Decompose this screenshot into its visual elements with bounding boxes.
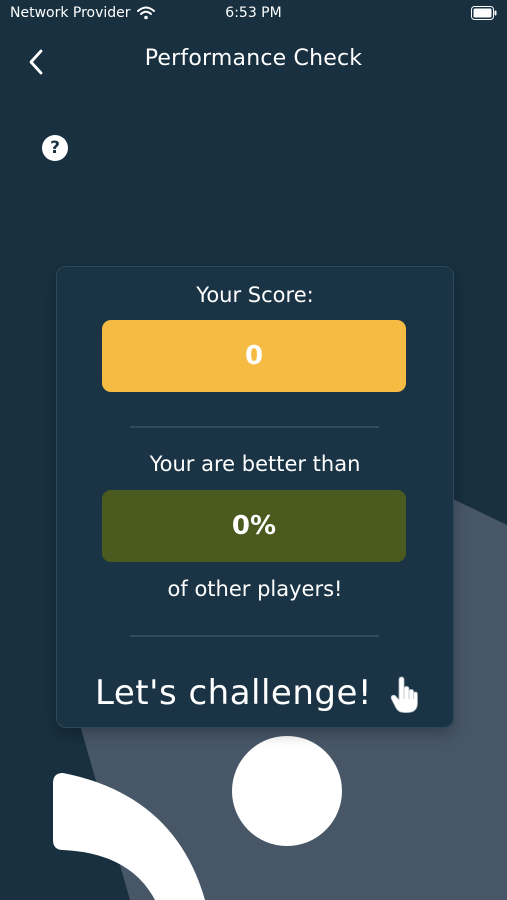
score-value: 0 — [244, 341, 264, 371]
help-button[interactable]: ? — [42, 135, 68, 161]
question-mark-icon: ? — [50, 138, 60, 158]
score-value-box: 0 — [102, 320, 406, 392]
page-title: Performance Check — [144, 46, 363, 71]
battery-icon — [471, 6, 497, 20]
divider — [130, 426, 379, 428]
white-circle-decoration — [232, 736, 342, 846]
pointing-hand-icon — [390, 676, 418, 713]
better-than-label: Your are better than — [149, 452, 361, 476]
nav-header: Performance Check — [0, 40, 507, 80]
score-label: Your Score: — [196, 283, 314, 307]
status-bar: Network Provider 6:53 PM — [0, 0, 507, 28]
percentile-value-box: 0% — [102, 490, 406, 562]
challenge-label: Let's challenge! — [95, 673, 373, 713]
status-time: 6:53 PM — [225, 5, 282, 21]
challenge-button[interactable]: Let's challenge! — [57, 671, 453, 721]
divider — [130, 635, 379, 637]
result-card: Your Score: 0 Your are better than 0% of… — [56, 266, 454, 728]
other-players-label: of other players! — [167, 577, 343, 601]
percentile-value: 0% — [231, 511, 277, 541]
